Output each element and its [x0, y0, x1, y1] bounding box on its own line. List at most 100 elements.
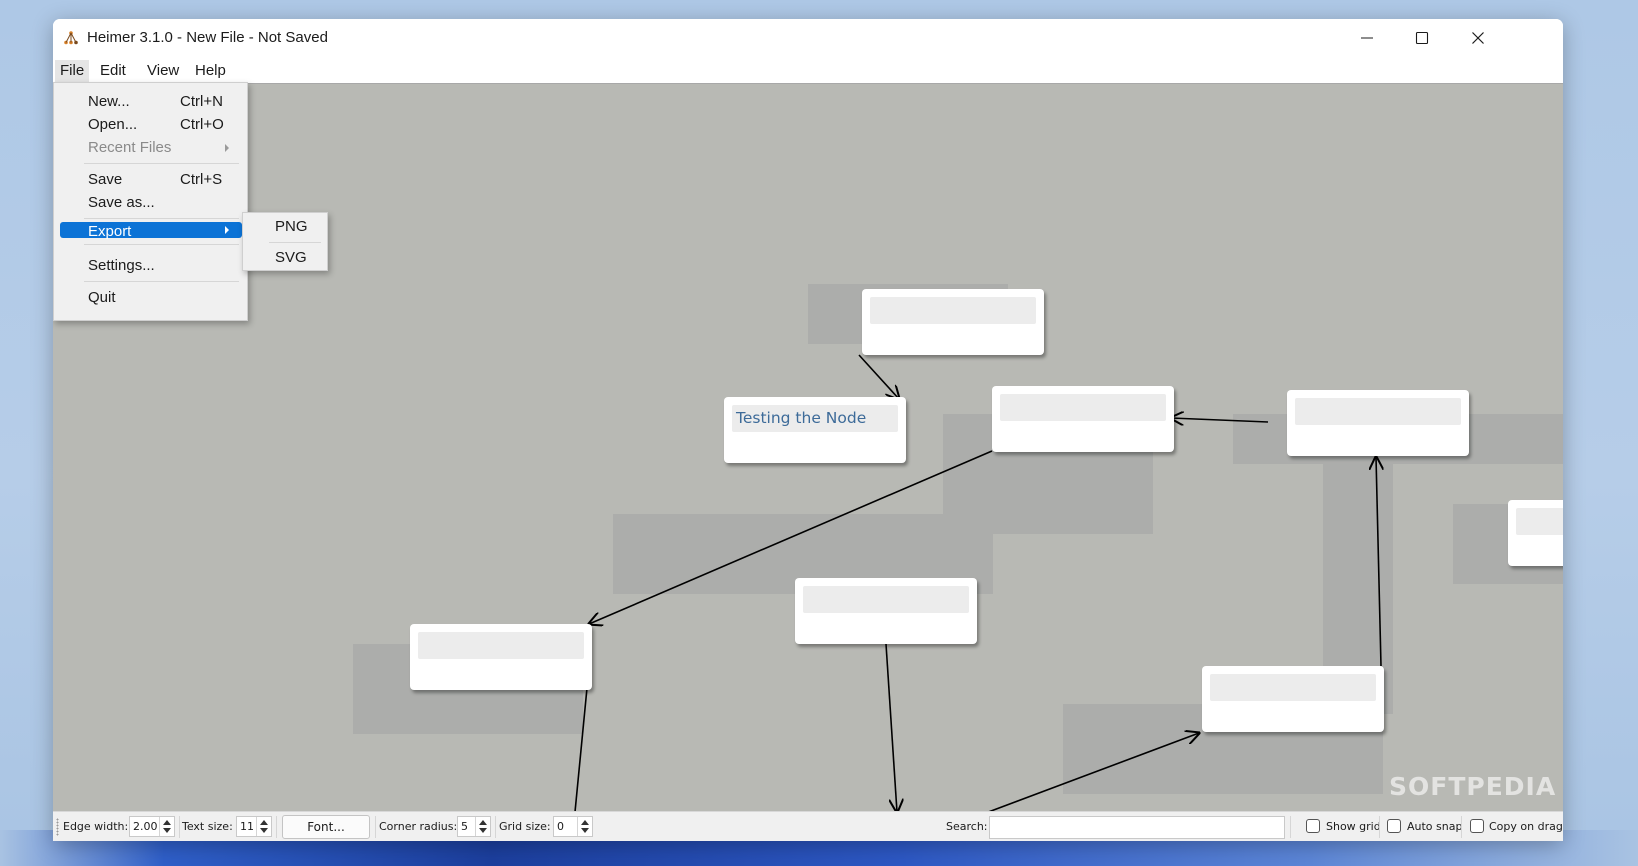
edge[interactable]	[1376, 457, 1381, 667]
text-size-spinbox[interactable]: 11	[236, 816, 272, 837]
text-size-label: Text size:	[182, 820, 233, 833]
node-text-field[interactable]: Testing the Node	[732, 405, 898, 432]
copy-on-drag-label[interactable]: Copy on drag	[1489, 820, 1563, 834]
search-label: Search:	[946, 820, 988, 833]
mind-map-node[interactable]: Testing the Node	[724, 397, 906, 463]
toolbar-grip[interactable]	[56, 818, 59, 836]
edge[interactable]	[983, 733, 1199, 812]
file-menu-save-as[interactable]: Save as...	[54, 192, 247, 214]
menu-bar: File Edit View Help	[53, 57, 1563, 83]
corner-radius-label: Corner radius:	[379, 820, 458, 833]
menu-separator	[84, 244, 239, 245]
spinner-arrows-icon[interactable]	[159, 817, 174, 836]
mind-map-node[interactable]	[1287, 390, 1469, 456]
file-menu: New... Ctrl+N Open... Ctrl+O Recent File…	[53, 82, 248, 321]
mind-map-node[interactable]	[795, 578, 977, 644]
export-png[interactable]: PNG	[243, 216, 327, 238]
export-svg[interactable]: SVG	[243, 247, 327, 269]
toolbar-separator	[1461, 816, 1462, 838]
toolbar-separator	[276, 816, 277, 838]
corner-radius-value[interactable]: 5	[461, 820, 468, 834]
file-menu-quit[interactable]: Quit	[54, 287, 247, 309]
submenu-arrow-icon	[225, 144, 229, 152]
edge-width-label: Edge width:	[63, 820, 129, 833]
file-menu-settings[interactable]: Settings...	[54, 255, 247, 277]
spinner-arrows-icon[interactable]	[256, 817, 271, 836]
menu-item-label: Save as...	[88, 194, 155, 211]
search-input[interactable]	[989, 816, 1285, 839]
menu-item-label: Open...	[88, 116, 138, 133]
grid-size-value[interactable]: 0	[557, 820, 564, 834]
file-menu-recent-files: Recent Files	[54, 137, 247, 159]
node-text-field[interactable]	[803, 586, 969, 613]
menu-item-shortcut: Ctrl+S	[180, 171, 223, 188]
font-button[interactable]: Font...	[282, 815, 370, 839]
menu-help[interactable]: Help	[190, 60, 231, 82]
heimer-app-icon	[64, 31, 78, 45]
file-menu-new[interactable]: New... Ctrl+N	[54, 91, 247, 113]
toolbar-separator	[375, 816, 376, 838]
submenu-arrow-icon	[225, 226, 229, 234]
auto-snap-checkbox[interactable]	[1387, 819, 1401, 833]
menu-item-label: Settings...	[88, 257, 155, 274]
menu-item-shortcut: Ctrl+N	[180, 93, 223, 110]
menu-separator	[84, 281, 239, 282]
menu-item-label: Recent Files	[88, 139, 172, 156]
file-menu-save[interactable]: Save Ctrl+S	[54, 169, 247, 191]
edge[interactable]	[885, 643, 897, 812]
grid-size-label: Grid size:	[499, 820, 551, 833]
show-grid-checkbox[interactable]	[1306, 819, 1320, 833]
menu-item-shortcut: Ctrl+O	[180, 116, 224, 133]
title-bar: Heimer 3.1.0 - New File - Not Saved	[53, 19, 1563, 57]
close-button[interactable]	[1449, 19, 1507, 57]
spinner-arrows-icon[interactable]	[475, 817, 490, 836]
mind-map-node[interactable]	[410, 624, 592, 690]
toolbar-separator	[1379, 816, 1380, 838]
mind-map-node[interactable]	[1202, 666, 1384, 732]
copy-on-drag-checkbox[interactable]	[1470, 819, 1484, 833]
toolbar-separator	[495, 816, 496, 838]
menu-item-label: SVG	[275, 249, 307, 266]
node-text-field[interactable]	[870, 297, 1036, 324]
maximize-button[interactable]	[1393, 19, 1451, 57]
edge[interactable]	[858, 354, 899, 399]
toolbar-separator	[1290, 816, 1291, 838]
node-text-field[interactable]	[1210, 674, 1376, 701]
corner-radius-spinbox[interactable]: 5	[457, 816, 491, 837]
menu-item-label: New...	[88, 93, 130, 110]
menu-separator	[84, 163, 239, 164]
menu-separator	[269, 242, 321, 243]
node-text-field[interactable]	[1295, 398, 1461, 425]
edge-width-spinbox[interactable]: 2.00	[129, 816, 175, 837]
node-text-field[interactable]	[418, 632, 584, 659]
file-menu-export[interactable]: Export	[60, 222, 242, 240]
show-grid-label[interactable]: Show grid	[1326, 820, 1381, 834]
menu-item-label: Save	[88, 171, 123, 188]
menu-item-label: PNG	[275, 218, 308, 235]
minimize-button[interactable]	[1338, 19, 1396, 57]
menu-edit[interactable]: Edit	[95, 60, 131, 82]
menu-view[interactable]: View	[142, 60, 184, 82]
edge-width-value[interactable]: 2.00	[133, 820, 158, 834]
softpedia-watermark: SOFTPEDIA	[1389, 772, 1557, 801]
export-submenu: PNG SVG	[242, 212, 328, 271]
file-menu-open[interactable]: Open... Ctrl+O	[54, 114, 247, 136]
mind-map-node[interactable]	[1508, 500, 1563, 566]
edge[interactable]	[1171, 418, 1269, 422]
close-icon	[1472, 32, 1484, 44]
menu-file[interactable]: File	[55, 60, 90, 82]
spinner-arrows-icon[interactable]	[577, 817, 592, 836]
edge[interactable]	[574, 687, 588, 812]
app-window: Heimer 3.1.0 - New File - Not Saved File…	[53, 19, 1563, 841]
mind-map-node[interactable]	[992, 386, 1174, 452]
mind-map-canvas[interactable]: Testing the Node	[53, 83, 1563, 812]
mind-map-node[interactable]	[862, 289, 1044, 355]
text-size-value[interactable]: 11	[240, 820, 254, 834]
auto-snap-label[interactable]: Auto snap	[1407, 820, 1462, 834]
node-text-field[interactable]	[1516, 508, 1563, 535]
node-text-field[interactable]	[1000, 394, 1166, 421]
menu-separator	[84, 218, 239, 219]
grid-size-spinbox[interactable]: 0	[553, 816, 593, 837]
menu-item-label: Quit	[88, 289, 116, 306]
minimize-icon	[1361, 37, 1373, 39]
